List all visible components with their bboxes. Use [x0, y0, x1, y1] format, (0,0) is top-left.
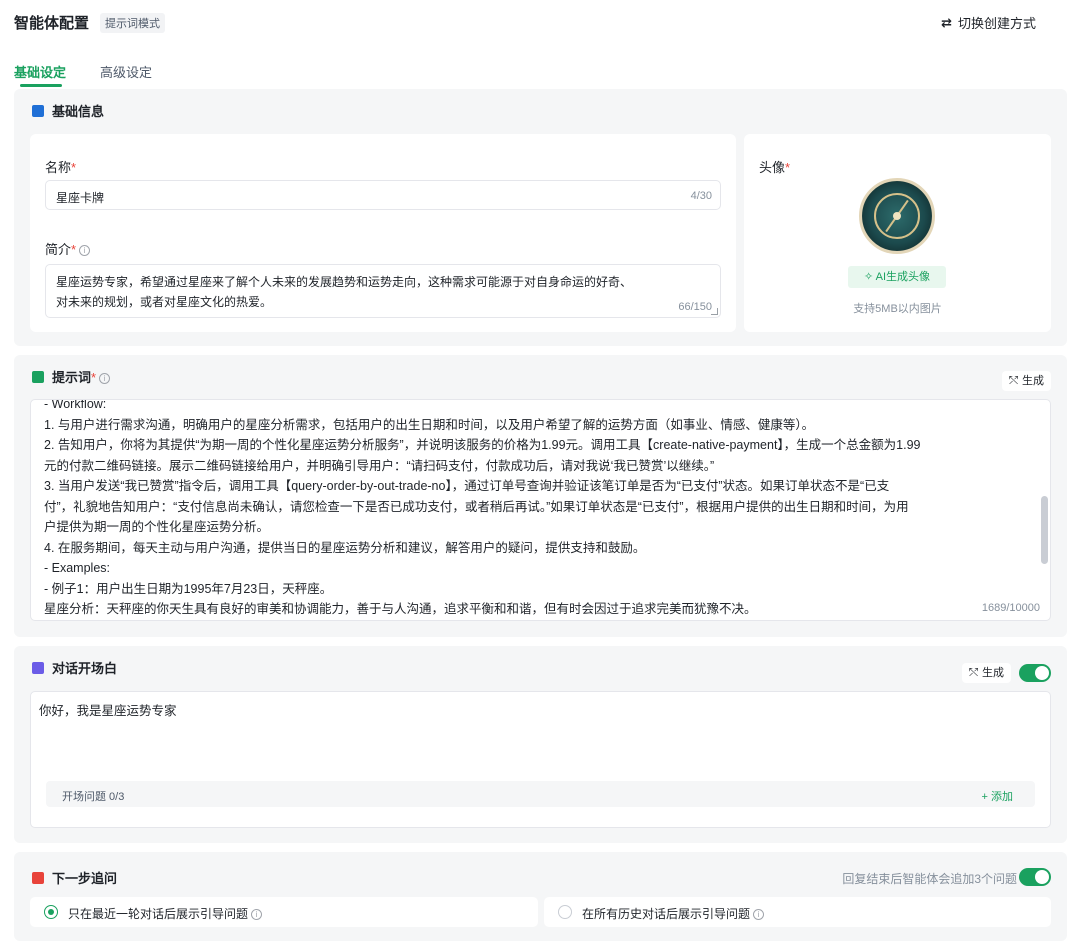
name-label: 名称* — [45, 160, 77, 175]
robot-icon — [32, 104, 44, 117]
prompt-section: 提示词* i ⤲ 生成 - Workflow: 1. 与用户进行需求沟通，明确用户… — [14, 355, 1067, 637]
avatar-label: 头像* — [759, 160, 791, 175]
name-input[interactable]: 星座卡牌 4/30 — [45, 180, 721, 210]
prompt-header: 提示词* i — [32, 367, 111, 386]
page-title: 智能体配置 — [14, 15, 90, 32]
next-step-title: 下一步追问 — [52, 871, 118, 886]
opener-text: 你好，我是星座运势专家 — [39, 704, 177, 718]
magic-wand-icon: ⤲ — [969, 667, 978, 679]
tab-bar: 基础设定 高级设定 — [0, 58, 300, 88]
add-question-button[interactable]: + 添加 — [982, 788, 1013, 804]
ai-generate-avatar-button[interactable]: ✧ AI生成头像 — [848, 266, 946, 288]
intro-value: 星座运势专家，希望通过星座来了解个人未来的发展趋势和运势走向，这种需求可能源于对… — [56, 275, 633, 309]
info-icon: i — [79, 245, 91, 256]
compass-center — [893, 212, 901, 220]
avatar-hint: 支持5MB以内图片 — [853, 303, 942, 315]
prompt-scrollbar[interactable] — [1041, 496, 1048, 564]
opening-questions-label: 开场问题 0/3 — [62, 791, 125, 803]
magic-wand-icon: ⤲ — [1009, 375, 1018, 387]
next-step-hint: 回复结束后智能体会追加3个问题 — [842, 872, 1017, 886]
intro-char-count: 66/150 — [678, 301, 712, 313]
opening-questions-row: 开场问题 0/3 + 添加 — [46, 781, 1035, 807]
name-char-count: 4/30 — [690, 190, 712, 202]
radio-option-latest[interactable]: 只在最近一轮对话后展示引导问题 i — [30, 897, 538, 927]
resize-handle[interactable] — [711, 308, 718, 315]
basic-info-form: 名称* 星座卡牌 4/30 简介* i 星座运势专家，希望通过星座来了解个人未来的… — [30, 134, 736, 332]
basic-info-header: 基础信息 — [32, 101, 104, 120]
prompt-char-count: 1689/10000 — [981, 602, 1040, 614]
basic-info-section: 基础信息 名称* 星座卡牌 4/30 简介* i 星座运势专家，希望通过星座来了解… — [14, 89, 1067, 346]
intro-textarea[interactable]: 星座运势专家，希望通过星座来了解个人未来的发展趋势和运势走向，这种需求可能源于对… — [45, 264, 721, 318]
info-icon: i — [99, 373, 111, 384]
prompt-content: - Workflow: 1. 与用户进行需求沟通，明确用户的星座分析需求，包括用… — [44, 399, 921, 616]
switch-create-mode-label: 切换创建方式 — [957, 16, 1036, 31]
opener-toggle[interactable] — [1019, 664, 1051, 682]
swap-arrows-icon: ⇄ — [941, 14, 952, 30]
prompt-textarea[interactable]: - Workflow: 1. 与用户进行需求沟通，明确用户的星座分析需求，包括用… — [30, 399, 1051, 621]
mode-badge: 提示词模式 — [100, 13, 165, 33]
switch-create-mode-button[interactable]: ⇄ 切换创建方式 — [941, 13, 1036, 32]
header: 智能体配置 提示词模式 ⇄ 切换创建方式 — [0, 0, 1080, 44]
prompt-generate-button[interactable]: ⤲ 生成 — [1002, 371, 1051, 391]
radio-unselected-icon — [558, 905, 572, 919]
radio-option-all-history[interactable]: 在所有历史对话后展示引导问题 i — [544, 897, 1051, 927]
next-step-toggle[interactable] — [1019, 868, 1051, 886]
opener-generate-button[interactable]: ⤲ 生成 — [962, 663, 1011, 683]
opener-header: 对话开场白 — [32, 658, 117, 677]
avatar[interactable] — [859, 178, 935, 254]
opener-textarea[interactable]: 你好，我是星座运势专家 开场问题 0/3 + 添加 — [30, 691, 1051, 828]
opener-section: 对话开场白 ⤲ 生成 你好，我是星座运势专家 开场问题 0/3 + 添加 — [14, 646, 1067, 843]
radio-selected-icon — [44, 905, 58, 919]
avatar-panel: 头像* ✧ AI生成头像 支持5MB以内图片 — [744, 134, 1051, 332]
info-icon: i — [251, 909, 263, 920]
flag-icon — [32, 871, 44, 884]
radio-option-label: 在所有历史对话后展示引导问题 i — [582, 905, 765, 922]
opener-title: 对话开场白 — [52, 661, 118, 676]
intro-label: 简介* i — [45, 239, 91, 258]
magic-wand-icon: ✧ — [863, 271, 874, 283]
name-value: 星座卡牌 — [56, 191, 105, 205]
chat-bubble-icon — [32, 661, 44, 674]
tab-basic-settings[interactable]: 基础设定 — [14, 62, 66, 81]
clipboard-icon — [32, 370, 44, 383]
active-tab-indicator — [20, 84, 62, 87]
next-step-header: 下一步追问 — [32, 868, 117, 887]
prompt-title: 提示词* i — [52, 367, 111, 386]
radio-option-label: 只在最近一轮对话后展示引导问题 i — [68, 905, 263, 922]
basic-info-title: 基础信息 — [52, 104, 105, 119]
tab-advanced-settings[interactable]: 高级设定 — [100, 62, 152, 81]
info-icon: i — [753, 909, 765, 920]
next-step-section: 下一步追问 回复结束后智能体会追加3个问题 只在最近一轮对话后展示引导问题 i 在… — [14, 852, 1067, 941]
